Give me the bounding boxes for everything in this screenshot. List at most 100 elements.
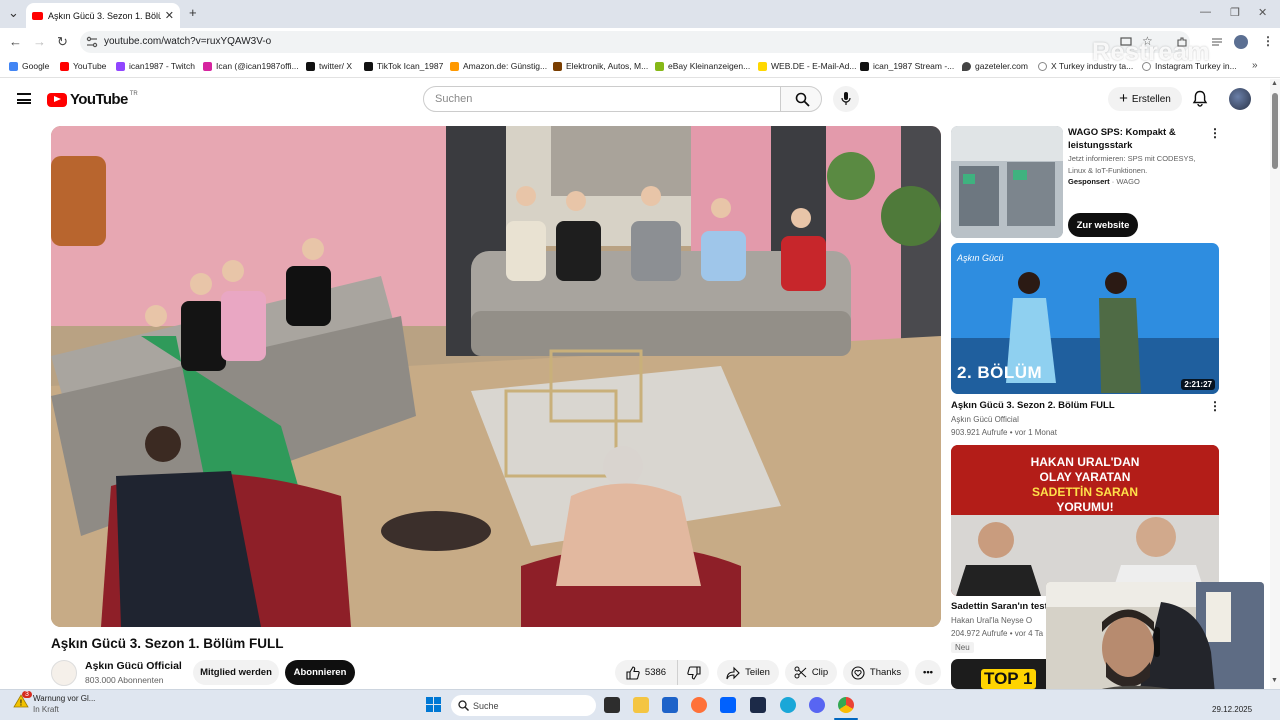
- subscribe-button[interactable]: Abonnieren: [285, 660, 355, 685]
- recommendation-channel[interactable]: Aşkın Gücü Official: [951, 414, 1019, 426]
- restore-icon[interactable]: ❐: [1230, 6, 1240, 19]
- task-view-icon[interactable]: [604, 697, 620, 713]
- tab-search-icon[interactable]: ⌄: [8, 5, 19, 21]
- google-icon: [9, 61, 18, 71]
- bookmark-youtube[interactable]: YouTube: [60, 61, 106, 71]
- like-button[interactable]: 5386: [615, 660, 677, 685]
- windows-taskbar: ! 3 Warnung vor Gl... In Kraft Suche 29.…: [0, 689, 1280, 720]
- back-icon[interactable]: ←: [9, 34, 22, 49]
- youtube-icon: [60, 61, 69, 71]
- recommendation-channel[interactable]: Hakan Ural'la Neyse O: [951, 615, 1046, 627]
- dropbox-icon[interactable]: [720, 697, 736, 713]
- dislike-button[interactable]: [677, 660, 709, 685]
- new-tab-icon[interactable]: +: [189, 5, 197, 20]
- thumbs-up-icon: [626, 665, 640, 680]
- x-icon: [306, 61, 315, 71]
- new-badge: Neu: [951, 642, 974, 653]
- create-button[interactable]: + Erstellen: [1108, 87, 1182, 111]
- discord-icon[interactable]: [809, 697, 825, 713]
- search-input[interactable]: Suchen: [423, 86, 781, 112]
- bookmark-gazeteler[interactable]: gazeteler.com: [962, 61, 1028, 71]
- more-bookmarks-icon[interactable]: »: [1252, 60, 1258, 71]
- recommendation-title[interactable]: Sadettin Saran'ın testi p: [951, 600, 1046, 613]
- taskbar-search[interactable]: Suche: [451, 695, 596, 716]
- bookmark-twitch[interactable]: ican1987 - Twitch: [116, 61, 195, 71]
- video-frame-image: [51, 126, 941, 627]
- firefox-icon[interactable]: [691, 697, 707, 713]
- notification-widget[interactable]: ! 3: [13, 691, 32, 713]
- scroll-down-icon[interactable]: ▼: [1271, 677, 1278, 684]
- bookmark-kick[interactable]: ican_1987 Stream -...: [860, 61, 954, 71]
- search-icon: [795, 92, 810, 107]
- recommendation-meta: 204.972 Aufrufe • vor 4 Ta: [951, 629, 1044, 638]
- ebay-icon: [655, 61, 664, 71]
- recommendation-meta: 903.921 Aufrufe • vor 1 Monat: [951, 428, 1057, 437]
- tab-groups-icon[interactable]: [1211, 36, 1223, 48]
- voice-search-button[interactable]: [833, 86, 859, 112]
- join-button[interactable]: Mitglied werden: [193, 660, 279, 685]
- channel-avatar[interactable]: [51, 660, 77, 686]
- share-button[interactable]: Teilen: [717, 660, 779, 685]
- taskbar-date: 29.12.2025: [1212, 705, 1253, 714]
- menu-dots-icon[interactable]: ⋮: [1262, 34, 1274, 48]
- recommendation-title[interactable]: Aşkın Gücü 3. Sezon 2. Bölüm FULL: [951, 399, 1191, 412]
- ad-sponsor-line: Gesponsert · WAGO: [1068, 177, 1140, 186]
- file-explorer-icon[interactable]: [633, 697, 649, 713]
- windows-start-icon[interactable]: [426, 697, 441, 712]
- youtube-logo[interactable]: YouTube TR: [47, 91, 138, 108]
- more-actions-button[interactable]: •••: [915, 660, 941, 685]
- bookmark-ebay[interactable]: eBay Kleinanzeigen...: [655, 61, 750, 71]
- tab-title: Aşkın Gücü 3. Sezon 1. Bölüm F: [48, 10, 161, 21]
- bookmark-amazon[interactable]: Amazon.de: Günstig...: [450, 61, 547, 71]
- store-icon[interactable]: [662, 697, 678, 713]
- ad-thumbnail[interactable]: [951, 126, 1063, 238]
- reload-icon[interactable]: ↻: [57, 34, 68, 50]
- bookmark-elektronik[interactable]: Elektronik, Autos, M...: [553, 61, 648, 71]
- ad-title[interactable]: WAGO SPS: Kompakt & leistungsstark: [1068, 126, 1198, 152]
- recommendation-menu-icon[interactable]: ⋮: [1209, 399, 1221, 413]
- visit-website-button[interactable]: Zur website: [1068, 213, 1138, 237]
- video-player[interactable]: [51, 126, 941, 627]
- thumbs-down-icon: [686, 665, 701, 680]
- bookmark-google[interactable]: Google: [9, 61, 49, 71]
- bookmark-instagram[interactable]: Ican (@ican1987offi...: [203, 61, 299, 71]
- globe-icon: [1038, 61, 1047, 71]
- search-button[interactable]: [780, 86, 822, 112]
- bookmark-twitter[interactable]: twitter/ X: [306, 61, 352, 71]
- channel-name[interactable]: Aşkın Gücü Official: [85, 660, 182, 672]
- page-scrollbar[interactable]: ▲ ▼: [1270, 79, 1280, 689]
- ad-menu-icon[interactable]: ⋮: [1209, 126, 1221, 140]
- microphone-icon: [841, 92, 851, 105]
- account-avatar[interactable]: [1229, 88, 1251, 110]
- webcam-image: [1046, 582, 1264, 704]
- menu-hamburger-icon[interactable]: [17, 93, 31, 104]
- thanks-button[interactable]: Thanks: [843, 660, 909, 685]
- address-bar[interactable]: youtube.com/watch?v=ruxYQAW3V-o: [80, 31, 1190, 53]
- bookmark-webde[interactable]: WEB.DE - E-Mail-Ad...: [758, 61, 856, 71]
- notification-title: Warnung vor Gl...: [33, 694, 96, 703]
- bookmark-tiktok[interactable]: TikTok Ican_1987: [364, 61, 443, 71]
- webcam-overlay: [1046, 582, 1264, 704]
- browser-tab-active[interactable]: Aşkın Gücü 3. Sezon 1. Bölüm F ✕: [26, 3, 180, 28]
- ad-description: Jetzt informieren: SPS mit CODESYS, Linu…: [1068, 154, 1196, 175]
- minimize-icon[interactable]: —: [1200, 6, 1211, 18]
- recommendation-thumbnail[interactable]: TOP 1: [951, 659, 1061, 689]
- tiktok-icon: [364, 61, 373, 71]
- edge-icon[interactable]: [780, 697, 796, 713]
- youtube-favicon-icon: [32, 11, 43, 20]
- notification-count-badge: 3: [22, 691, 32, 698]
- profile-avatar[interactable]: [1234, 35, 1248, 49]
- scroll-up-icon[interactable]: ▲: [1271, 80, 1278, 87]
- close-window-icon[interactable]: ✕: [1258, 6, 1267, 19]
- forward-icon[interactable]: →: [33, 34, 46, 49]
- app-icon[interactable]: [750, 697, 766, 713]
- notifications-bell-icon[interactable]: [1192, 90, 1208, 107]
- recommendation-thumbnail[interactable]: HAKAN URAL'DAN OLAY YARATAN SADETTİN SAR…: [951, 445, 1219, 596]
- site-info-icon[interactable]: [86, 36, 98, 48]
- thumbnail-headline: HAKAN URAL'DAN OLAY YARATAN SADETTİN SAR…: [1030, 455, 1140, 514]
- chrome-icon[interactable]: [838, 697, 854, 713]
- recommendation-thumbnail[interactable]: 2. BÖLÜM Aşkın Gücü 2:21:27: [951, 243, 1219, 394]
- close-tab-icon[interactable]: ✕: [165, 9, 174, 22]
- clip-button[interactable]: Clip: [785, 660, 837, 685]
- scrollbar-thumb[interactable]: [1272, 93, 1278, 169]
